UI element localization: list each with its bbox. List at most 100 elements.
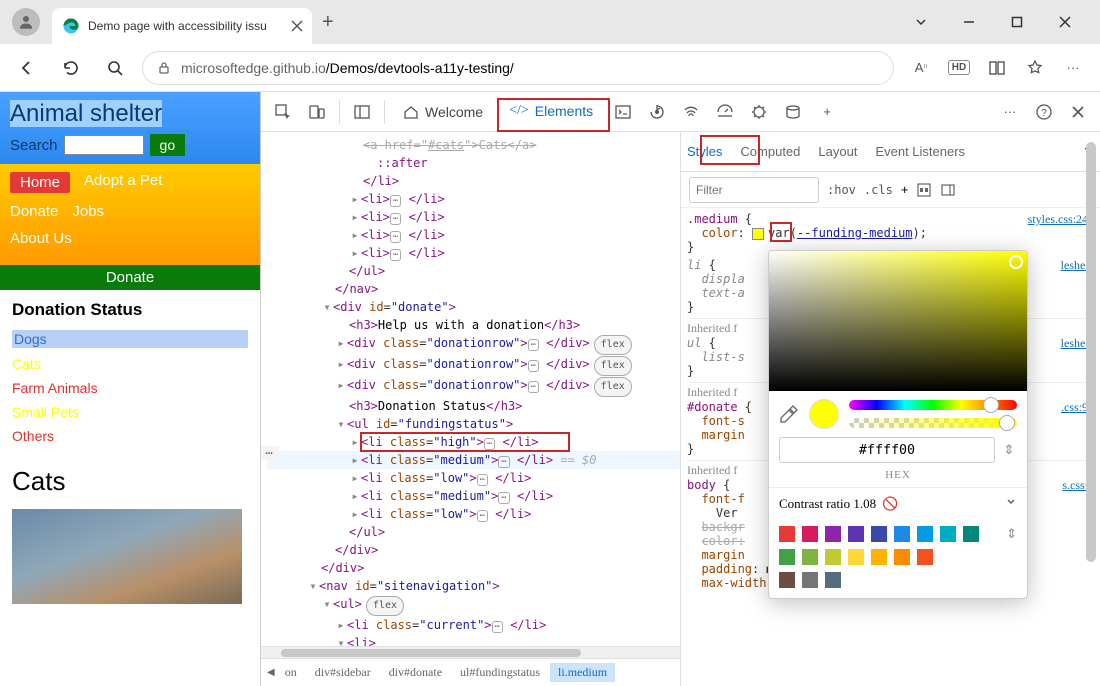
search-label: Search (10, 137, 58, 154)
palette-swatch[interactable] (825, 526, 841, 542)
nav-home[interactable]: Home (10, 172, 70, 193)
palette-swatch[interactable] (917, 549, 933, 565)
alpha-knob[interactable] (999, 415, 1015, 431)
styles-vertical-scrollbar[interactable] (1084, 138, 1098, 638)
palette-swatch[interactable] (917, 526, 933, 542)
profile-avatar[interactable] (12, 8, 40, 36)
device-icon[interactable] (301, 96, 333, 128)
palette-swatch[interactable] (871, 526, 887, 542)
console-icon[interactable] (607, 96, 639, 128)
selected-dom-node[interactable]: ▸<li class="medium">⋯ </li> == $0 (267, 451, 680, 469)
dom-horizontal-scrollbar[interactable] (261, 646, 680, 658)
palette-swatch[interactable] (802, 572, 818, 588)
sv-handle[interactable] (1009, 255, 1023, 269)
search-go-button[interactable]: go (150, 134, 186, 156)
contrast-fail-icon: 🚫 (882, 496, 898, 512)
refresh-button[interactable] (54, 51, 88, 85)
memory-icon[interactable] (743, 96, 775, 128)
donation-status-title: Donation Status (12, 300, 248, 320)
palette-swatch[interactable] (940, 526, 956, 542)
window-maximize-icon[interactable] (1000, 7, 1034, 37)
alpha-slider[interactable] (849, 418, 1017, 428)
palette-swatch[interactable] (848, 549, 864, 565)
hue-slider[interactable] (849, 400, 1017, 410)
cat-image (12, 509, 242, 604)
new-tab-button[interactable]: + (322, 11, 334, 34)
computed-toggle-icon[interactable] (940, 182, 956, 198)
cats-heading: Cats (0, 454, 260, 509)
tab-welcome[interactable]: Welcome (391, 92, 495, 132)
page-viewport: Animal shelter Search go Home Adopt a Pe… (0, 92, 260, 686)
reader-icon[interactable] (980, 51, 1014, 85)
nav-about[interactable]: About Us (10, 230, 72, 247)
palette-swatch[interactable] (963, 526, 979, 542)
read-aloud-icon[interactable]: A⁾⁾ (904, 51, 938, 85)
color-palette: ⇕ (769, 520, 1027, 598)
new-rule-icon[interactable]: + (901, 182, 909, 197)
help-icon[interactable]: ? (1028, 96, 1060, 128)
styles-tab-events[interactable]: Event Listeners (875, 144, 965, 159)
nav-jobs[interactable]: Jobs (72, 203, 104, 220)
styles-tab-layout[interactable]: Layout (818, 144, 857, 159)
performance-icon[interactable] (709, 96, 741, 128)
flex-overlay-icon[interactable] (916, 182, 932, 198)
back-button[interactable] (10, 51, 44, 85)
palette-swatch[interactable] (802, 549, 818, 565)
devtools-close-icon[interactable] (1062, 96, 1094, 128)
styles-tab-styles[interactable]: Styles (687, 144, 722, 159)
search-input[interactable] (64, 135, 144, 155)
address-bar[interactable]: microsoftedge.github.io/Demos/devtools-a… (142, 51, 894, 85)
styles-tab-computed[interactable]: Computed (740, 144, 800, 159)
palette-swatch[interactable] (825, 549, 841, 565)
styles-filter-input[interactable] (689, 177, 819, 203)
favorite-icon[interactable] (1018, 51, 1052, 85)
format-stepper[interactable]: ⇕ (1001, 442, 1017, 458)
search-button[interactable] (98, 51, 132, 85)
devtools-menu-icon[interactable]: ··· (994, 96, 1026, 128)
palette-swatch[interactable] (802, 526, 818, 542)
hd-badge-icon[interactable]: HD (942, 51, 976, 85)
application-icon[interactable] (777, 96, 809, 128)
tab-actions-chevron-icon[interactable] (904, 7, 938, 37)
ds-small[interactable]: Small Pets (12, 404, 248, 420)
palette-swatch[interactable] (871, 549, 887, 565)
palette-swatch[interactable] (779, 549, 795, 565)
window-close-icon[interactable] (1048, 7, 1082, 37)
page-nav: Home Adopt a Pet Donate Jobs About Us (0, 164, 260, 265)
nav-adopt[interactable]: Adopt a Pet (84, 172, 162, 193)
menu-icon[interactable]: ··· (1056, 51, 1090, 85)
palette-swatch[interactable] (848, 526, 864, 542)
cls-toggle[interactable]: .cls (864, 183, 893, 197)
browser-tab[interactable]: Demo page with accessibility issu (52, 8, 312, 44)
window-minimize-icon[interactable] (952, 7, 986, 37)
hov-toggle[interactable]: :hov (827, 183, 856, 197)
gutter-actions-icon[interactable]: ⋯ (261, 446, 279, 460)
hue-knob[interactable] (983, 397, 999, 413)
ds-farm[interactable]: Farm Animals (12, 380, 248, 396)
eyedropper-icon[interactable] (779, 404, 799, 424)
dom-breadcrumb[interactable]: ◀ on div#sidebar div#donate ul#fundingst… (261, 658, 680, 686)
palette-swatch[interactable] (779, 526, 795, 542)
inspect-icon[interactable] (267, 96, 299, 128)
ds-cats[interactable]: Cats (12, 356, 248, 372)
ds-dogs[interactable]: Dogs (12, 330, 248, 348)
donate-button[interactable]: Donate (0, 265, 260, 290)
color-swatch[interactable] (752, 228, 764, 240)
palette-swatch[interactable] (825, 572, 841, 588)
contrast-chevron-icon[interactable] (1005, 496, 1017, 512)
nav-donate[interactable]: Donate (10, 203, 58, 220)
sources-icon[interactable] (641, 96, 673, 128)
ds-others[interactable]: Others (12, 428, 248, 444)
palette-swatch[interactable] (894, 549, 910, 565)
network-icon[interactable] (675, 96, 707, 128)
palette-swatch[interactable] (894, 526, 910, 542)
dom-tree[interactable]: <a href="#cats">Cats</a> ::after </li> ▸… (261, 132, 681, 686)
dock-icon[interactable] (346, 96, 378, 128)
palette-swatch[interactable] (779, 572, 795, 588)
more-tabs-icon[interactable]: + (811, 96, 843, 128)
hex-input[interactable] (779, 437, 995, 463)
tab-elements[interactable]: </> Elements (497, 92, 605, 132)
palette-stepper[interactable]: ⇕ (1006, 526, 1017, 542)
close-tab-icon[interactable] (290, 19, 304, 33)
saturation-value-area[interactable] (769, 251, 1027, 391)
